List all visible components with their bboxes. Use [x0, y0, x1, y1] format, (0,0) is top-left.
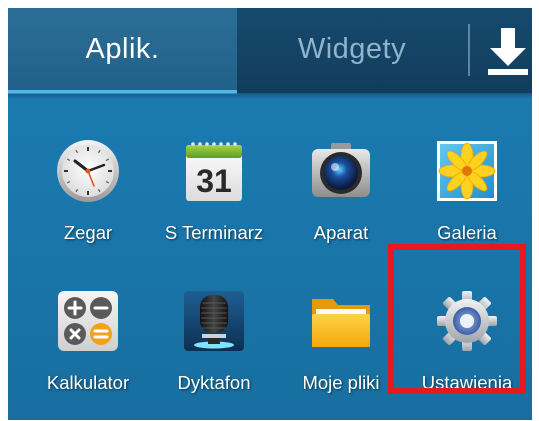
tab-widgets[interactable]: Widgety	[238, 8, 466, 90]
calculator-icon	[56, 289, 120, 353]
app-aparat[interactable]: Aparat	[276, 139, 406, 269]
tab-bar-shadow	[8, 93, 532, 99]
app-kalkulator[interactable]: Kalkulator	[23, 289, 153, 419]
app-label: Galeria	[437, 222, 497, 243]
tab-bar: Aplik. Widgety	[8, 8, 532, 94]
tab-apps[interactable]: Aplik.	[8, 8, 237, 94]
tab-divider	[468, 24, 470, 76]
app-s-terminarz[interactable]: 31 S Terminarz	[149, 139, 279, 269]
calendar-icon: 31	[182, 139, 246, 203]
download-icon	[488, 28, 528, 75]
highlight-box	[388, 244, 526, 394]
microphone-icon	[182, 289, 246, 353]
app-dyktafon[interactable]: Dyktafon	[149, 289, 279, 419]
calendar-day: 31	[196, 163, 232, 199]
camera-icon	[309, 139, 373, 203]
clock-icon	[56, 139, 120, 203]
gallery-icon	[435, 139, 499, 203]
app-moje-pliki[interactable]: Moje pliki	[276, 289, 406, 419]
download-button[interactable]	[486, 26, 530, 76]
folder-icon	[309, 289, 373, 353]
app-zegar[interactable]: Zegar	[23, 139, 153, 269]
